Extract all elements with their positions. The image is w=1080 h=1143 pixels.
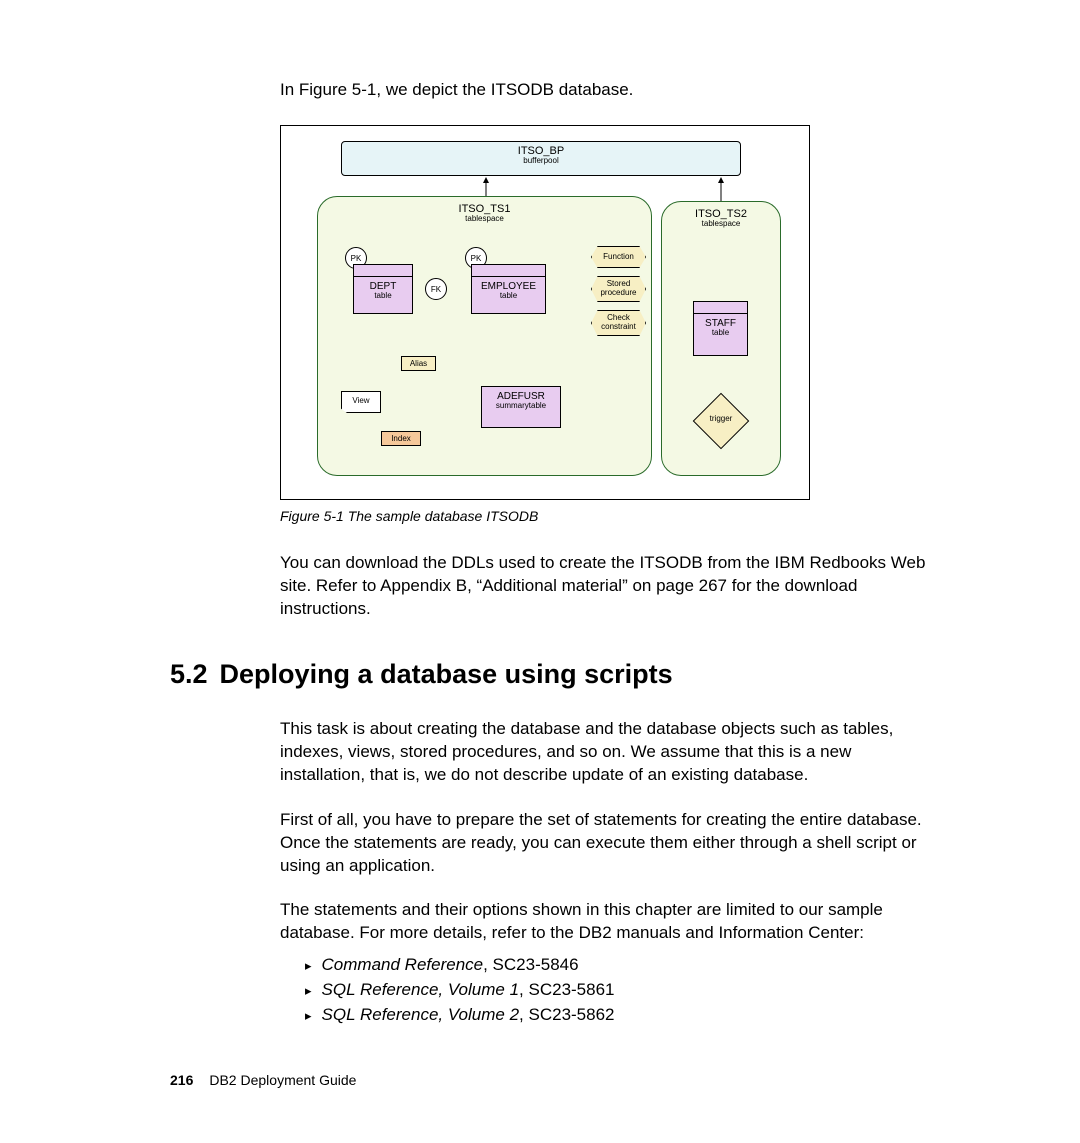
ref-code: , SC23-5862 [519,1005,614,1024]
employee-table: EMPLOYEE table [471,264,546,314]
ts2-sub: tablespace [662,220,780,229]
trigger-label: trigger [699,414,743,423]
emp-sub: table [472,292,545,301]
bufferpool-sub: bufferpool [342,157,740,166]
book-title: DB2 Deployment Guide [209,1072,356,1088]
reference-list: Command Reference, SC23-5846 SQL Referen… [305,953,940,1027]
bufferpool-box: ITSO_BP bufferpool [341,141,741,176]
ref-title: Command Reference [322,955,484,974]
paragraph-task: This task is about creating the database… [280,718,940,787]
paragraph-statements: The statements and their options shown i… [280,899,940,945]
reference-item: SQL Reference, Volume 1, SC23-5861 [305,978,940,1003]
page-number: 216 [170,1072,193,1088]
adefusr-sub: summarytable [482,402,560,411]
dept-sub: table [354,292,412,301]
staff-sub: table [694,329,747,338]
intro-text: In Figure 5-1, we depict the ITSODB data… [280,80,940,100]
dept-table: DEPT table [353,264,413,314]
index-box: Index [381,431,421,446]
ts1-sub: tablespace [318,215,651,224]
function-hex: Function [591,246,646,268]
ref-title: SQL Reference, Volume 2 [322,1005,520,1024]
ref-title: SQL Reference, Volume 1 [322,980,520,999]
check-constraint-hex: Check constraint [591,310,646,336]
stored-procedure-hex: Stored procedure [591,276,646,302]
ref-code: , SC23-5861 [519,980,614,999]
paragraph-prepare: First of all, you have to prepare the se… [280,809,940,878]
section-title: Deploying a database using scripts [220,659,673,689]
fk-badge: FK [425,278,447,300]
staff-table: STAFF table [693,301,748,356]
reference-item: Command Reference, SC23-5846 [305,953,940,978]
page-footer: 216 DB2 Deployment Guide [170,1072,356,1088]
reference-item: SQL Reference, Volume 2, SC23-5862 [305,1003,940,1028]
view-box: View [341,391,381,413]
alias-box: Alias [401,356,436,371]
figure-diagram: ITSO_BP bufferpool ITSO_TS1 tablespace I… [280,125,810,500]
ref-code: , SC23-5846 [483,955,578,974]
paragraph-download: You can download the DDLs used to create… [280,552,940,621]
section-number: 5.2 [170,659,208,689]
tablespace-ts1: ITSO_TS1 tablespace [317,196,652,476]
figure-caption: Figure 5-1 The sample database ITSODB [280,508,940,524]
section-heading: 5.2 Deploying a database using scripts [170,659,940,690]
adefusr-table: ADEFUSR summarytable [481,386,561,428]
